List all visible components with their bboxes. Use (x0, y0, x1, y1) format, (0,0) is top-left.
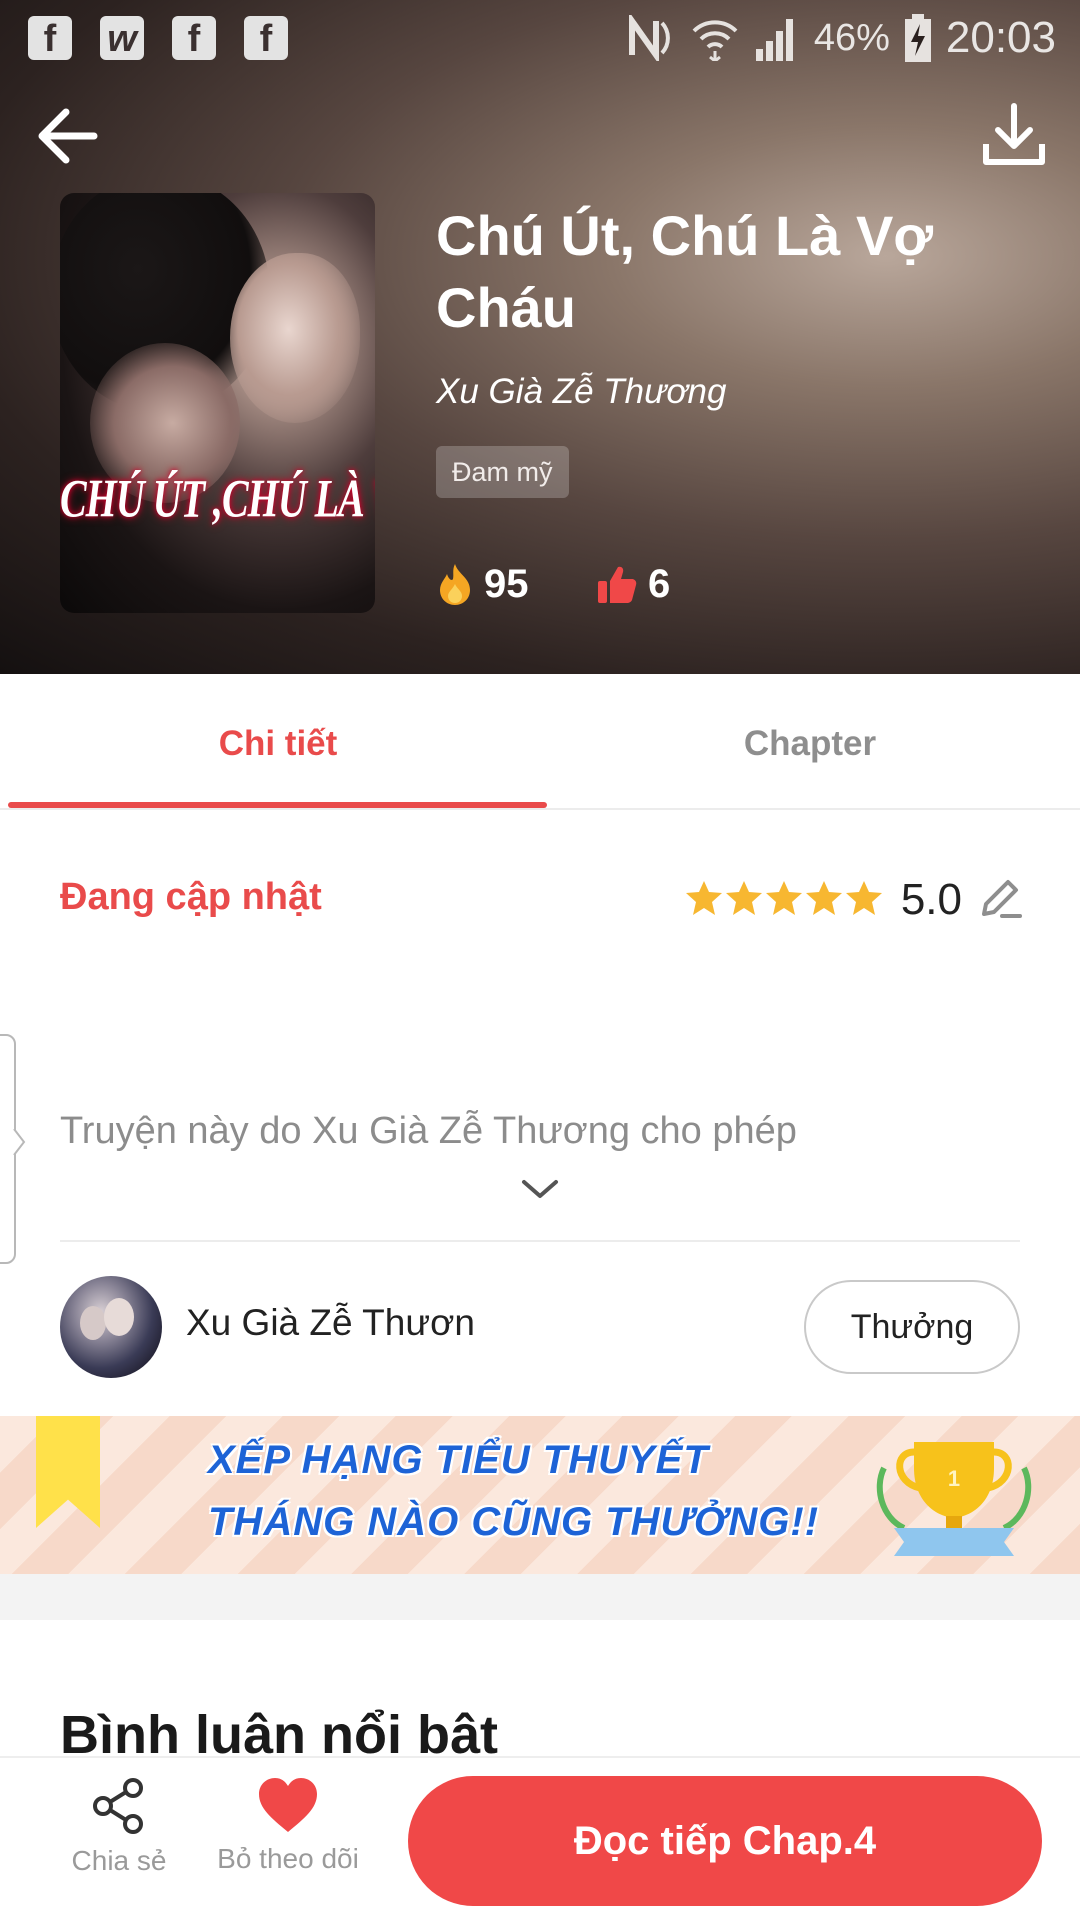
bottom-action-bar: Chia sẻ Bỏ theo dõi Đọc tiếp Chap.4 (0, 1756, 1080, 1920)
ranking-banner[interactable]: XẾP HẠNG TIỂU THUYẾT THÁNG NÀO CŨNG THƯỞ… (0, 1416, 1080, 1574)
active-tab-indicator (8, 802, 547, 808)
download-icon (983, 103, 1045, 165)
battery-charging-icon (904, 14, 931, 62)
detail-tabs: Chi tiết Chapter (0, 674, 1080, 810)
chevron-right-icon (13, 1128, 26, 1156)
facebook-app-icon: f (28, 16, 72, 60)
book-cover: CHÚ ÚT ,CHÚ LÀ VỢ CHÁU (60, 193, 375, 613)
cover-title: CHÚ ÚT ,CHÚ LÀ VỢ CHÁU (60, 468, 375, 529)
rating-score: 5.0 (900, 875, 962, 924)
banner-line-2: THÁNG NÀO CŨNG THƯỞNG!! (208, 1500, 820, 1544)
book-title: Chú Út, Chú Là Vợ Cháu (436, 204, 934, 339)
download-button[interactable] (978, 100, 1050, 172)
genre-tag[interactable]: Đam mỹ (436, 446, 569, 498)
unfollow-label: Bỏ theo dõi (217, 1843, 359, 1874)
author-avatar[interactable] (60, 1276, 162, 1378)
star-icon (765, 880, 803, 921)
unfollow-button[interactable]: Bỏ theo dõi (208, 1776, 368, 1875)
book-description: Truyện này do Xu Già Zễ Thương cho phép (60, 1110, 797, 1152)
signal-icon (755, 19, 793, 61)
star-icon (685, 880, 723, 921)
facebook-app-icon: f (244, 16, 288, 60)
book-author[interactable]: Xu Già Zễ Thương (436, 372, 726, 412)
share-button[interactable]: Chia sẻ (44, 1776, 194, 1877)
thumbs-up-icon (598, 566, 637, 603)
facebook-app-icon: f (172, 16, 216, 60)
bookmark-ribbon-icon (36, 1416, 100, 1528)
status-bar: f w f f 46% 20:03 (0, 0, 1080, 78)
tab-details[interactable]: Chi tiết (8, 674, 548, 810)
wifi-icon (692, 20, 738, 61)
clock: 20:03 (945, 13, 1056, 62)
update-status: Đang cập nhật (60, 876, 322, 918)
author-row: Xu Già Zễ Thươn Thưởng (60, 1276, 1020, 1380)
continue-reading-button[interactable]: Đọc tiếp Chap.4 (408, 1776, 1042, 1906)
likes-count: 6 (648, 561, 671, 606)
chevron-down-icon (522, 1180, 558, 1198)
reward-button[interactable]: Thưởng (804, 1280, 1020, 1374)
section-separator (0, 1574, 1080, 1620)
book-header: f w f f 46% 20:03 CHÚ ÚT ,CHÚ LÀ VỢ CHÁU (0, 0, 1080, 674)
trophy-icon: 1 (876, 1442, 1032, 1556)
star-icon (725, 880, 763, 921)
expand-description-button[interactable] (518, 1176, 562, 1209)
share-icon (93, 1778, 143, 1834)
svg-text:1: 1 (948, 1466, 960, 1491)
likes-stat: 6 (596, 556, 670, 612)
views-stat: 95 (436, 556, 529, 612)
divider (60, 1240, 1020, 1242)
battery-percent: 46% (813, 16, 890, 59)
status-icons: 46% 20:03 (626, 12, 1056, 64)
tab-chapter[interactable]: Chapter (540, 674, 1080, 810)
nfc-icon (628, 15, 670, 61)
arrow-left-icon (38, 108, 98, 164)
flame-icon (440, 564, 470, 605)
rating[interactable]: 5.0 (685, 870, 1024, 930)
views-count: 95 (484, 561, 529, 606)
heart-icon (259, 1778, 317, 1832)
author-name[interactable]: Xu Già Zễ Thươn (186, 1302, 475, 1344)
back-button[interactable] (32, 100, 104, 172)
banner-line-1: XẾP HẠNG TIỂU THUYẾT (208, 1438, 709, 1482)
book-detail-screen: f w f f 46% 20:03 CHÚ ÚT ,CHÚ LÀ VỢ CHÁU (0, 0, 1080, 1920)
star-icon (845, 880, 883, 921)
wattpad-app-icon: w (100, 16, 144, 60)
share-label: Chia sẻ (71, 1845, 167, 1876)
star-icon (805, 880, 843, 921)
edit-rating-icon[interactable] (976, 874, 1024, 927)
